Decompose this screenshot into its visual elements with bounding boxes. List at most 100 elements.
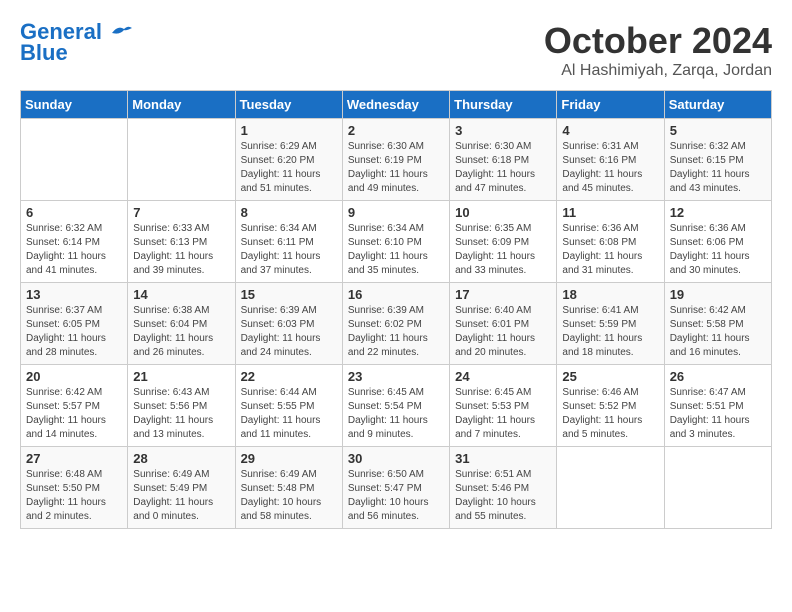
day-number: 16 [348, 287, 444, 302]
calendar-cell: 12Sunrise: 6:36 AMSunset: 6:06 PMDayligh… [664, 201, 771, 283]
cell-content: Sunrise: 6:47 AMSunset: 5:51 PMDaylight:… [670, 386, 766, 442]
day-number: 30 [348, 451, 444, 466]
cell-content: Sunrise: 6:40 AMSunset: 6:01 PMDaylight:… [455, 304, 551, 360]
calendar-cell [664, 447, 771, 529]
cell-content: Sunrise: 6:36 AMSunset: 6:08 PMDaylight:… [562, 222, 658, 278]
cell-content: Sunrise: 6:31 AMSunset: 6:16 PMDaylight:… [562, 140, 658, 196]
day-number: 4 [562, 123, 658, 138]
calendar-cell: 21 Sunrise: 6:43 AMSunset: 5:56 PMDayligh… [128, 365, 235, 447]
cell-content: Sunrise: 6:33 AMSunset: 6:13 PMDaylight:… [133, 222, 229, 278]
calendar-cell: 28Sunrise: 6:49 AMSunset: 5:49 PMDayligh… [128, 447, 235, 529]
day-number: 9 [348, 205, 444, 220]
cell-content: Sunrise: 6:35 AMSunset: 6:09 PMDaylight:… [455, 222, 551, 278]
weekday-header-saturday: Saturday [664, 91, 771, 119]
cell-content: Sunrise: 6:32 AMSunset: 6:15 PMDaylight:… [670, 140, 766, 196]
calendar-cell: 20 Sunrise: 6:42 AMSunset: 5:57 PMDayligh… [21, 365, 128, 447]
calendar-cell: 3Sunrise: 6:30 AMSunset: 6:18 PMDaylight… [450, 119, 557, 201]
calendar-cell: 16Sunrise: 6:39 AMSunset: 6:02 PMDayligh… [342, 283, 449, 365]
day-number: 11 [562, 205, 658, 220]
weekday-header-thursday: Thursday [450, 91, 557, 119]
cell-content: Sunrise: 6:49 AMSunset: 5:49 PMDaylight:… [133, 468, 229, 524]
cell-content: Sunrise: 6:42 AMSunset: 5:57 PMDaylight:… [26, 386, 122, 442]
cell-content: Sunrise: 6:41 AMSunset: 5:59 PMDaylight:… [562, 304, 658, 360]
day-number: 21 [133, 369, 229, 384]
calendar-cell: 25 Sunrise: 6:46 AMSunset: 5:52 PMDayligh… [557, 365, 664, 447]
cell-content: Sunrise: 6:45 AMSunset: 5:54 PMDaylight:… [348, 386, 444, 442]
day-number: 20 [26, 369, 122, 384]
day-number: 26 [670, 369, 766, 384]
day-number: 19 [670, 287, 766, 302]
month-title: October 2024 [544, 20, 772, 62]
day-number: 25 [562, 369, 658, 384]
weekday-header-wednesday: Wednesday [342, 91, 449, 119]
day-number: 14 [133, 287, 229, 302]
calendar-cell: 4 Sunrise: 6:31 AMSunset: 6:16 PMDaylight… [557, 119, 664, 201]
cell-content: Sunrise: 6:37 AMSunset: 6:05 PMDaylight:… [26, 304, 122, 360]
cell-content: Sunrise: 6:34 AMSunset: 6:10 PMDaylight:… [348, 222, 444, 278]
calendar-cell: 26 Sunrise: 6:47 AMSunset: 5:51 PMDayligh… [664, 365, 771, 447]
cell-content: Sunrise: 6:42 AMSunset: 5:58 PMDaylight:… [670, 304, 766, 360]
day-number: 15 [241, 287, 337, 302]
calendar-cell: 17 Sunrise: 6:40 AMSunset: 6:01 PMDayligh… [450, 283, 557, 365]
cell-content: Sunrise: 6:30 AMSunset: 6:19 PMDaylight:… [348, 140, 444, 196]
cell-content: Sunrise: 6:43 AMSunset: 5:56 PMDaylight:… [133, 386, 229, 442]
calendar-cell: 19 Sunrise: 6:42 AMSunset: 5:58 PMDayligh… [664, 283, 771, 365]
day-number: 1 [241, 123, 337, 138]
calendar-cell: 7 Sunrise: 6:33 AMSunset: 6:13 PMDaylight… [128, 201, 235, 283]
day-number: 2 [348, 123, 444, 138]
calendar-table: SundayMondayTuesdayWednesdayThursdayFrid… [20, 90, 772, 529]
day-number: 6 [26, 205, 122, 220]
calendar-cell: 6 Sunrise: 6:32 AMSunset: 6:14 PMDaylight… [21, 201, 128, 283]
calendar-week-row: 27 Sunrise: 6:48 AMSunset: 5:50 PMDayligh… [21, 447, 772, 529]
cell-content: Sunrise: 6:48 AMSunset: 5:50 PMDaylight:… [26, 468, 122, 524]
calendar-cell: 29 Sunrise: 6:49 AMSunset: 5:48 PMDayligh… [235, 447, 342, 529]
calendar-cell: 14 Sunrise: 6:38 AMSunset: 6:04 PMDayligh… [128, 283, 235, 365]
day-number: 8 [241, 205, 337, 220]
cell-content: Sunrise: 6:50 AMSunset: 5:47 PMDaylight:… [348, 468, 444, 524]
day-number: 5 [670, 123, 766, 138]
day-number: 23 [348, 369, 444, 384]
logo-blue: Blue [20, 40, 68, 66]
calendar-week-row: 20 Sunrise: 6:42 AMSunset: 5:57 PMDayligh… [21, 365, 772, 447]
calendar-week-row: 6 Sunrise: 6:32 AMSunset: 6:14 PMDaylight… [21, 201, 772, 283]
calendar-cell [128, 119, 235, 201]
logo: General Blue [20, 20, 132, 66]
cell-content: Sunrise: 6:49 AMSunset: 5:48 PMDaylight:… [241, 468, 337, 524]
calendar-week-row: 13Sunrise: 6:37 AMSunset: 6:05 PMDayligh… [21, 283, 772, 365]
cell-content: Sunrise: 6:38 AMSunset: 6:04 PMDaylight:… [133, 304, 229, 360]
weekday-header-monday: Monday [128, 91, 235, 119]
cell-content: Sunrise: 6:51 AMSunset: 5:46 PMDaylight:… [455, 468, 551, 524]
calendar-cell: 23 Sunrise: 6:45 AMSunset: 5:54 PMDayligh… [342, 365, 449, 447]
calendar-cell: 9 Sunrise: 6:34 AMSunset: 6:10 PMDaylight… [342, 201, 449, 283]
title-block: October 2024 Al Hashimiyah, Zarqa, Jorda… [544, 20, 772, 80]
day-number: 10 [455, 205, 551, 220]
day-number: 18 [562, 287, 658, 302]
cell-content: Sunrise: 6:44 AMSunset: 5:55 PMDaylight:… [241, 386, 337, 442]
cell-content: Sunrise: 6:46 AMSunset: 5:52 PMDaylight:… [562, 386, 658, 442]
page-header: General Blue October 2024 Al Hashimiyah,… [20, 20, 772, 80]
day-number: 27 [26, 451, 122, 466]
calendar-cell: 11 Sunrise: 6:36 AMSunset: 6:08 PMDayligh… [557, 201, 664, 283]
cell-content: Sunrise: 6:45 AMSunset: 5:53 PMDaylight:… [455, 386, 551, 442]
cell-content: Sunrise: 6:39 AMSunset: 6:03 PMDaylight:… [241, 304, 337, 360]
cell-content: Sunrise: 6:32 AMSunset: 6:14 PMDaylight:… [26, 222, 122, 278]
calendar-cell: 5 Sunrise: 6:32 AMSunset: 6:15 PMDaylight… [664, 119, 771, 201]
calendar-cell: 31Sunrise: 6:51 AMSunset: 5:46 PMDayligh… [450, 447, 557, 529]
day-number: 7 [133, 205, 229, 220]
weekday-header-friday: Friday [557, 91, 664, 119]
cell-content: Sunrise: 6:36 AMSunset: 6:06 PMDaylight:… [670, 222, 766, 278]
day-number: 29 [241, 451, 337, 466]
calendar-cell: 10 Sunrise: 6:35 AMSunset: 6:09 PMDayligh… [450, 201, 557, 283]
calendar-cell [557, 447, 664, 529]
calendar-cell: 13Sunrise: 6:37 AMSunset: 6:05 PMDayligh… [21, 283, 128, 365]
calendar-cell: 22Sunrise: 6:44 AMSunset: 5:55 PMDayligh… [235, 365, 342, 447]
day-number: 24 [455, 369, 551, 384]
day-number: 17 [455, 287, 551, 302]
calendar-cell: 24 Sunrise: 6:45 AMSunset: 5:53 PMDayligh… [450, 365, 557, 447]
location-title: Al Hashimiyah, Zarqa, Jordan [544, 62, 772, 80]
calendar-cell: 27 Sunrise: 6:48 AMSunset: 5:50 PMDayligh… [21, 447, 128, 529]
weekday-header-sunday: Sunday [21, 91, 128, 119]
cell-content: Sunrise: 6:30 AMSunset: 6:18 PMDaylight:… [455, 140, 551, 196]
calendar-cell: 18 Sunrise: 6:41 AMSunset: 5:59 PMDayligh… [557, 283, 664, 365]
weekday-header-tuesday: Tuesday [235, 91, 342, 119]
